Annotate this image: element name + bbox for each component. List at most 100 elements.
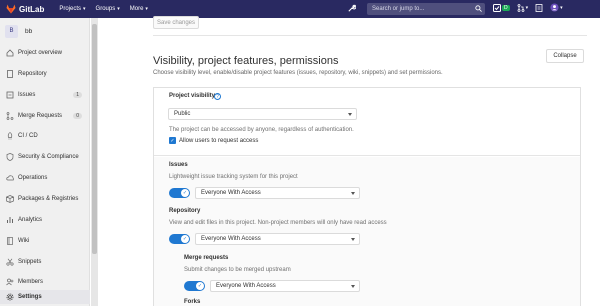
main-content: Save changes Visibility, project feature… [98,16,600,306]
rocket-icon [5,132,14,140]
wrench-icon[interactable] [347,4,356,13]
issues-count-badge: 1 [73,92,82,98]
user-avatar-button[interactable]: ▾ [550,3,563,12]
sidebar-item-label: CI / CD [18,133,38,139]
gitlab-fox-icon [6,4,16,14]
section-title: Visibility, project features, permission… [153,55,339,67]
help-icon[interactable]: ? [214,93,221,100]
visibility-value: Public [174,111,191,117]
gitlab-logo[interactable]: GitLab [6,4,44,14]
merge-requests-toggle[interactable]: ✓ [184,281,205,291]
snippet-icon [5,258,14,266]
merge-request-icon [5,112,14,120]
sidebar-item-packages-registries[interactable]: Packages & Registries [0,192,90,206]
search-input[interactable]: Search or jump to... [367,3,485,15]
sidebar-item-label: Repository [18,71,47,77]
project-header[interactable]: B bb [0,18,89,44]
sidebar-item-label: Packages & Registries [18,196,79,202]
sidebar-scrollbar[interactable] [91,18,98,306]
feature-settings-section: Issues Lightweight issue tracking system… [154,157,580,306]
book-icon [5,237,14,245]
sidebar-item-label: Members [18,279,44,285]
sidebar-item-snippets[interactable]: Snippets [0,255,90,269]
top-navbar: GitLab Projects ▾ Groups ▾ More ▾ Search or… [0,0,600,18]
merge-request-icon [517,3,525,12]
section-divider [153,35,587,36]
sidebar-item-security-compliance[interactable]: Security & Compliance [0,150,90,164]
check-icon: ✓ [181,235,189,243]
sidebar-item-label: Settings [18,294,42,300]
chevron-down-icon [348,113,352,116]
repository-toggle[interactable]: ✓ [169,234,190,244]
sidebar-item-operations[interactable]: Operations [0,171,90,185]
project-visibility-label: Project visibility [169,93,216,99]
sidebar-item-merge-requests[interactable]: Merge Requests 0 [0,109,90,123]
section-description: Choose visibility level, enable/disable … [153,70,443,76]
allow-request-access-label: Allow users to request access [179,137,259,144]
sidebar-item-label: Operations [18,175,48,181]
chevron-down-icon: ▾ [560,4,563,11]
collapse-button[interactable]: Collapse [546,49,584,63]
chevron-down-icon [351,192,355,195]
issues-toggle[interactable]: ✓ [169,188,190,198]
checkmark-icon: ✓ [169,137,176,144]
chart-icon [5,216,14,224]
sidebar-item-label: Project overview [18,50,63,56]
sidebar-item-ci-cd[interactable]: CI / CD [0,129,90,143]
groups-menu[interactable]: Groups ▾ [96,6,120,12]
sidebar-item-label: Merge Requests [18,113,63,119]
sidebar-item-label: Wiki [18,238,30,244]
sidebar-scroll-thumb[interactable] [92,24,97,254]
chevron-down-icon: ▾ [525,4,529,11]
projects-menu-label: Projects [59,6,82,12]
sidebar-item-wiki[interactable]: Wiki [0,234,90,248]
search-icon [475,5,482,12]
merge-requests-label: Merge requests [184,255,229,261]
todo-icon [493,3,501,12]
todo-button[interactable]: D [493,3,510,12]
sidebar-item-issues[interactable]: Issues 1 [0,88,90,102]
repository-label: Repository [169,208,201,214]
issues-access-select[interactable]: Everyone With Access [195,187,360,199]
visibility-note: The project can be accessed by anyone, r… [169,127,354,133]
chevron-down-icon: ▾ [117,6,120,12]
merge-requests-button[interactable]: ▾ [517,3,529,12]
search-placeholder: Search or jump to... [372,6,425,12]
sidebar-item-settings[interactable]: Settings [0,290,90,304]
repository-access-select[interactable]: Everyone With Access [195,233,360,245]
merge-requests-access-select[interactable]: Everyone With Access [210,280,360,292]
project-name: bb [25,27,33,35]
package-icon [5,195,14,203]
sidebar-item-project-overview[interactable]: Project overview [0,46,90,60]
save-changes-button[interactable]: Save changes [153,16,199,29]
settings-icon [5,293,14,301]
groups-menu-label: Groups [95,6,116,12]
cloud-gear-icon [5,174,14,182]
allow-request-access-checkbox[interactable]: ✓ Allow users to request access [169,137,258,144]
users-icon [5,278,14,286]
merge-requests-access-value: Everyone With Access [216,283,276,289]
forks-label: Forks [184,299,201,305]
more-menu[interactable]: More ▾ [130,6,148,12]
project-visibility-select[interactable]: Public [168,108,357,120]
check-icon: ✓ [181,189,189,197]
issues-access-value: Everyone With Access [201,190,261,196]
sidebar-item-label: Security & Compliance [18,154,79,160]
chevron-down-icon: ▾ [83,6,86,12]
project-avatar: B [5,24,18,38]
sidebar-item-members[interactable]: Members [0,275,90,289]
sidebar-item-repository[interactable]: Repository [0,67,90,81]
permissions-panel: Project visibility ? Public The project … [153,87,581,306]
check-icon: ✓ [196,282,204,290]
doc-icon [5,70,14,78]
repository-description: View and edit files in this project. Non… [169,220,387,226]
chevron-down-icon: ▾ [145,6,148,12]
shield-icon [5,153,14,161]
merge-requests-description: Submit changes to be merged upstream [184,267,291,273]
merge-requests-count-badge: 0 [73,113,82,119]
home-icon [5,49,14,57]
projects-menu[interactable]: Projects ▾ [59,6,85,12]
issues-button[interactable] [535,3,543,12]
more-menu-label: More [129,6,144,12]
sidebar-item-analytics[interactable]: Analytics [0,213,90,227]
